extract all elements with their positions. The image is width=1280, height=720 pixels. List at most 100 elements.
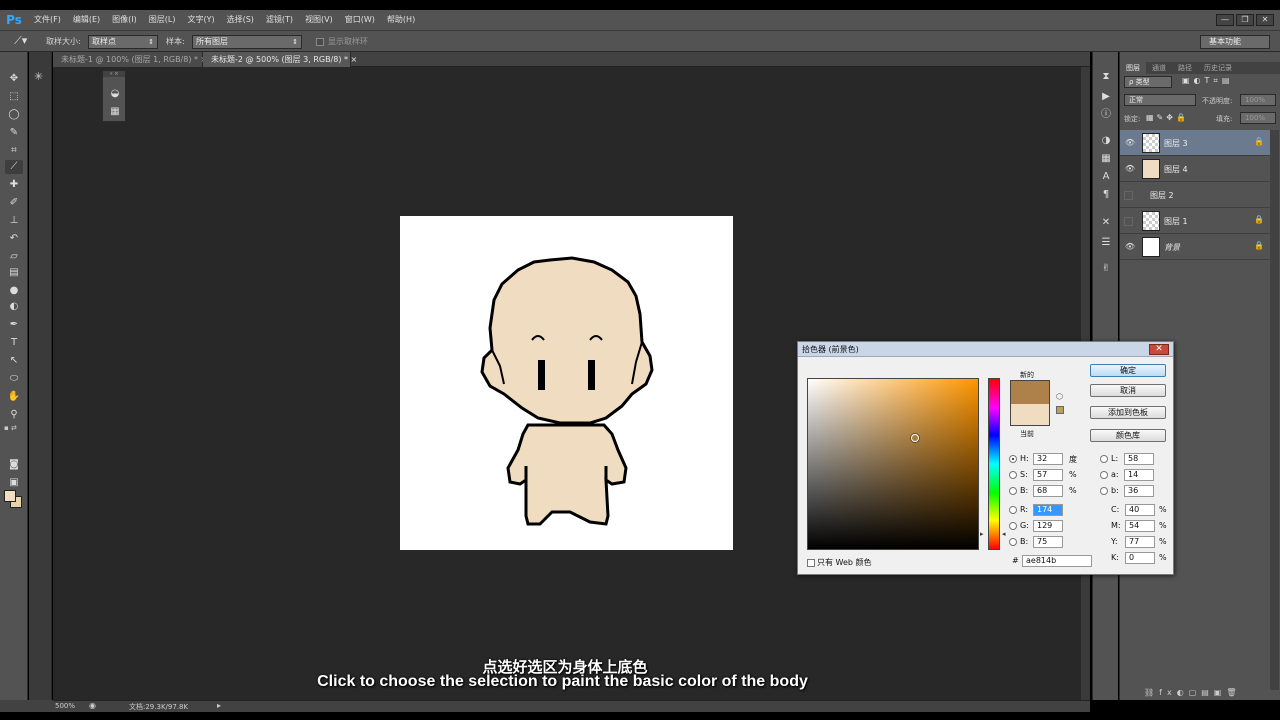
input-b[interactable]: 75 (1033, 536, 1063, 548)
sample-size-select[interactable]: 取样点 ⇕ (88, 35, 158, 49)
opacity-input[interactable]: 100% (1240, 94, 1276, 106)
visibility-eye-icon[interactable]: 👁 (1124, 163, 1136, 175)
web-colors-only[interactable]: 只有 Web 颜色 (807, 557, 872, 568)
sample-select[interactable]: 所有图层 ⇕ (192, 35, 302, 49)
layer-row-4[interactable]: 👁 图层 4 (1120, 156, 1270, 182)
pen-tool-icon[interactable]: ✒ (5, 318, 23, 332)
hue-arrow-left-icon[interactable]: ▸ (980, 530, 984, 538)
default-colors-icon[interactable]: ▪ ⇄ (4, 424, 17, 432)
menu-layer[interactable]: 图层(L) (143, 10, 182, 30)
zoom-tool-icon[interactable]: ⚲ (5, 408, 23, 422)
floating-panel-grip[interactable]: » × (103, 71, 125, 77)
layer-row-background[interactable]: 👁 背景 🔒 (1120, 234, 1270, 260)
clone-stamp-tool-icon[interactable]: ⊥ (5, 214, 23, 228)
color-field-cursor[interactable] (911, 434, 919, 442)
restore-button[interactable]: ❐ (1236, 14, 1254, 26)
panel-options-icon[interactable]: ✳ (34, 70, 43, 83)
layer-footer-icons[interactable]: ⛓fx◐▢▤▣🗑 (1144, 688, 1242, 697)
layer-row-1[interactable]: 图层 1 🔒 (1120, 208, 1270, 234)
lasso-tool-icon[interactable]: ◯ (5, 108, 23, 122)
lock-icons[interactable]: ▦✎✥🔒 (1146, 113, 1189, 122)
radio-l[interactable] (1100, 455, 1108, 463)
ellipse-tool-icon[interactable]: ⬭ (5, 372, 23, 386)
screen-mode-icon[interactable]: ▣ (5, 476, 23, 490)
workspace-select[interactable]: 基本功能 (1200, 35, 1270, 49)
tab-channels[interactable]: 通道 (1146, 62, 1172, 74)
menu-view[interactable]: 视图(V) (299, 10, 339, 30)
tools-preset-icon[interactable]: ✕ (1099, 216, 1113, 230)
history-brush-tool-icon[interactable]: ↶ (5, 232, 23, 246)
info-panel-icon[interactable]: ⓘ (1099, 108, 1113, 122)
artboard-canvas[interactable] (400, 216, 733, 550)
input-c[interactable]: 40 (1125, 504, 1155, 516)
character-panel-icon[interactable]: A (1099, 170, 1113, 184)
eyedropper-tool-icon[interactable]: ⟋ (5, 160, 23, 174)
visibility-toggle-empty[interactable] (1124, 191, 1133, 200)
input-l[interactable]: 58 (1124, 453, 1154, 465)
menu-edit[interactable]: 编辑(E) (67, 10, 106, 30)
layer-filter-icons[interactable]: ▣◐T⌗▤ (1182, 76, 1234, 86)
hue-arrow-right-icon[interactable]: ◂ (1002, 530, 1006, 538)
layer-kind-filter[interactable]: ρ 类型 (1124, 76, 1172, 88)
menu-type[interactable]: 文字(Y) (181, 10, 220, 30)
status-menu-arrow-icon[interactable]: ▸ (217, 701, 221, 710)
color-libraries-button[interactable]: 颜色库 (1090, 429, 1166, 442)
ok-button[interactable]: 确定 (1090, 364, 1166, 377)
minimize-button[interactable]: — (1216, 14, 1234, 26)
input-brightness[interactable]: 68 (1033, 485, 1063, 497)
dodge-tool-icon[interactable]: ◐ (5, 300, 23, 314)
swatches-panel-icon[interactable]: ▦ (1099, 152, 1113, 166)
close-window-button[interactable]: ✕ (1256, 14, 1274, 26)
tab-document-2[interactable]: 未标题-2 @ 500% (图层 3, RGB/8) * × (203, 52, 357, 67)
menu-select[interactable]: 选择(S) (221, 10, 260, 30)
adjustments-panel-icon[interactable]: ☰ (1099, 236, 1113, 250)
visibility-eye-icon[interactable]: 👁 (1124, 241, 1136, 253)
fill-input[interactable]: 100% (1240, 112, 1276, 124)
marquee-tool-icon[interactable]: ⬚ (5, 90, 23, 104)
brush-preset-icon[interactable]: ◒ (108, 87, 122, 101)
show-ring-checkbox[interactable] (316, 38, 324, 46)
menu-filter[interactable]: 滤镜(T) (260, 10, 299, 30)
brush-tool-icon[interactable]: ✐ (5, 196, 23, 210)
zoom-level[interactable]: 500% (55, 702, 75, 710)
tab-history[interactable]: 历史记录 (1198, 62, 1238, 74)
crop-tool-icon[interactable]: ⌗ (5, 144, 23, 158)
eraser-tool-icon[interactable]: ▱ (5, 250, 23, 264)
layer-row-3[interactable]: 👁 图层 3 🔒 (1120, 130, 1270, 156)
eyedropper-preset-icon[interactable]: ⟋▾ (14, 34, 27, 48)
hand-tool-icon[interactable]: ✋ (5, 390, 23, 404)
type-tool-icon[interactable]: T (5, 336, 23, 350)
color-panel-icon[interactable]: ◑ (1099, 134, 1113, 148)
radio-s[interactable] (1009, 471, 1017, 479)
healing-brush-tool-icon[interactable]: ✚ (5, 178, 23, 192)
current-color-swatch[interactable] (1010, 404, 1050, 426)
input-r[interactable]: 174 (1033, 504, 1063, 516)
menu-help[interactable]: 帮助(H) (381, 10, 421, 30)
tab-paths[interactable]: 路径 (1172, 62, 1198, 74)
radio-b[interactable] (1009, 538, 1017, 546)
path-select-tool-icon[interactable]: ↖ (5, 354, 23, 368)
radio-r[interactable] (1009, 506, 1017, 514)
visibility-toggle-empty[interactable] (1124, 217, 1133, 226)
visibility-eye-icon[interactable]: 👁 (1124, 137, 1136, 149)
menu-window[interactable]: 窗口(W) (339, 10, 381, 30)
menu-file[interactable]: 文件(F) (28, 10, 67, 30)
radio-h[interactable] (1009, 455, 1017, 463)
color-field[interactable] (807, 378, 979, 550)
dialog-close-button[interactable]: ✕ (1149, 344, 1169, 355)
tab-document-1[interactable]: 未标题-1 @ 100% (图层 1, RGB/8) * × (53, 52, 207, 67)
input-g[interactable]: 129 (1033, 520, 1063, 532)
input-k[interactable]: 0 (1125, 552, 1155, 564)
web-safe-warning-icon[interactable]: ⬡ (1056, 392, 1063, 401)
move-tool-icon[interactable]: ✥ (5, 72, 23, 86)
tab-layers[interactable]: 图层 (1120, 62, 1146, 74)
quick-mask-icon[interactable]: ◙ (5, 458, 23, 472)
layer-row-2[interactable]: 图层 2 (1120, 182, 1270, 208)
radio-lab-b[interactable] (1100, 487, 1108, 495)
hue-slider[interactable] (988, 378, 1000, 550)
hex-input[interactable]: ae814b (1022, 555, 1092, 567)
web-colors-checkbox[interactable] (807, 558, 815, 567)
blur-tool-icon[interactable]: ● (5, 284, 23, 298)
gradient-tool-icon[interactable]: ▤ (5, 266, 23, 280)
radio-a[interactable] (1100, 471, 1108, 479)
